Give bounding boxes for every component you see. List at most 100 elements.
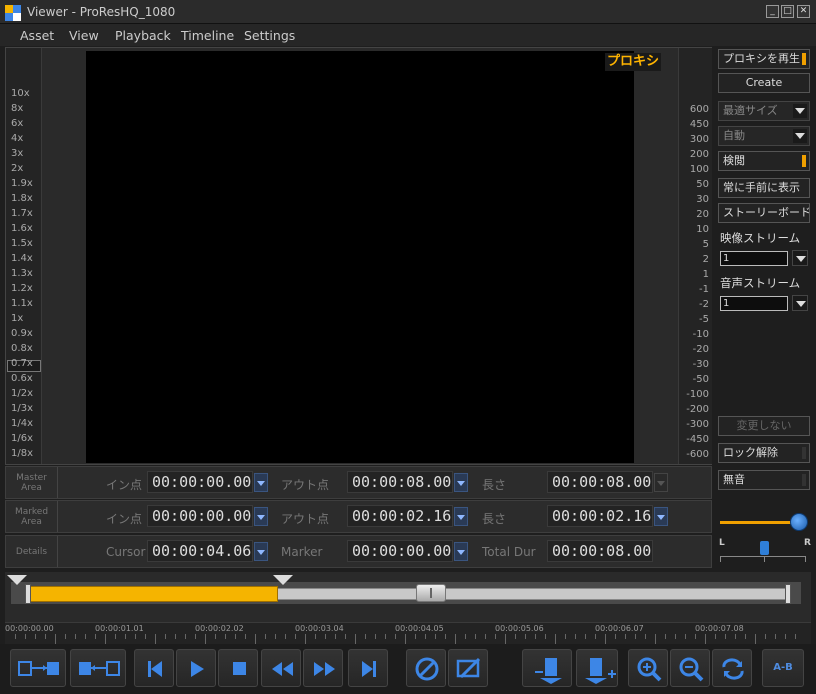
- video-stream-input[interactable]: 1: [720, 251, 788, 266]
- create-button[interactable]: Create: [718, 73, 810, 93]
- speed-label: 1/6x: [11, 433, 34, 444]
- loop-button[interactable]: [712, 649, 752, 687]
- ruler-tick: [745, 634, 746, 639]
- title-bar: Viewer - ProResHQ_1080 _ □ ✕: [0, 0, 816, 24]
- volume-slider-track[interactable]: [720, 521, 800, 524]
- ruler-tick: [345, 634, 346, 639]
- out-marker-icon[interactable]: [273, 575, 293, 585]
- out-point-spin-icon[interactable]: [454, 473, 468, 492]
- cursor-field[interactable]: 00:00:04.06: [147, 540, 253, 562]
- auto-select[interactable]: 自動: [718, 126, 810, 146]
- speed-label: 1.7x: [11, 208, 33, 219]
- out-point-label: アウト点: [281, 512, 330, 526]
- cursor-spin-icon[interactable]: [254, 542, 268, 561]
- size-select[interactable]: 最適サイズ: [718, 101, 810, 121]
- speed-label: 6x: [11, 118, 24, 129]
- go-to-start-button[interactable]: [134, 649, 174, 687]
- duration-spin-icon[interactable]: [654, 507, 668, 526]
- meter-label: -5: [699, 314, 709, 325]
- ruler-tick: [285, 634, 286, 639]
- ruler-tick: [125, 634, 126, 639]
- out-point-field[interactable]: 00:00:08.00: [347, 471, 453, 493]
- speed-label: 1.5x: [11, 238, 33, 249]
- ruler-tick: [475, 634, 476, 639]
- ruler-tick: [615, 634, 616, 639]
- maximize-button[interactable]: □: [781, 5, 794, 18]
- total-duration-field: 00:00:08.00: [547, 540, 653, 562]
- review-toggle[interactable]: 検閲: [718, 151, 810, 171]
- unlock-led-icon: [802, 447, 806, 459]
- pan-slider-knob[interactable]: [760, 541, 769, 555]
- ab-repeat-button[interactable]: A-B: [762, 649, 804, 687]
- ruler-tick: [145, 634, 146, 639]
- video-stream-dropdown-icon[interactable]: [792, 250, 808, 266]
- zoom-out-button[interactable]: [670, 649, 710, 687]
- menu-timeline[interactable]: Timeline: [181, 28, 234, 43]
- clear-marks-button[interactable]: [406, 649, 446, 687]
- timeline-start-cap[interactable]: [25, 584, 31, 604]
- duration-label: 長さ: [482, 512, 507, 526]
- speed-label: 0.8x: [11, 343, 33, 354]
- ruler-tick: [45, 634, 46, 639]
- video-display[interactable]: プロキシ: [86, 51, 661, 463]
- minimize-button[interactable]: _: [766, 5, 779, 18]
- menu-view[interactable]: View: [69, 28, 99, 43]
- insert-to-timeline-button[interactable]: [522, 649, 572, 687]
- zoom-in-button[interactable]: [628, 649, 668, 687]
- in-point-field[interactable]: 00:00:00.00: [147, 505, 253, 527]
- ruler-tick: [485, 634, 486, 639]
- meter-label: 2: [702, 254, 709, 265]
- close-button[interactable]: ✕: [797, 5, 810, 18]
- audio-stream-input[interactable]: 1: [720, 296, 788, 311]
- set-out-in-button[interactable]: [70, 649, 126, 687]
- go-to-end-button[interactable]: [348, 649, 388, 687]
- marked-range-bar[interactable]: [27, 586, 278, 602]
- ruler-tick: [465, 634, 466, 639]
- menu-playback[interactable]: Playback: [115, 28, 171, 43]
- audio-stream-dropdown-icon[interactable]: [792, 295, 808, 311]
- out-point-field[interactable]: 00:00:02.16: [347, 505, 453, 527]
- speed-label: 1/2x: [11, 388, 34, 399]
- video-stream-label: 映像ストリーム: [720, 231, 801, 245]
- play-button[interactable]: [176, 649, 216, 687]
- ruler-tick: [365, 634, 366, 639]
- speed-label: 8x: [11, 103, 24, 114]
- ruler-label: 00:00:04.05: [395, 624, 444, 633]
- marker-spin-icon[interactable]: [454, 542, 468, 561]
- in-point-field[interactable]: 00:00:00.00: [147, 471, 253, 493]
- add-to-timeline-button[interactable]: [576, 649, 618, 687]
- pan-slider-track[interactable]: [720, 556, 806, 557]
- rewind-button[interactable]: [261, 649, 301, 687]
- speed-label: 0.7x: [11, 358, 33, 369]
- always-on-top-button[interactable]: 常に手前に表示: [718, 178, 810, 198]
- proxy-play-button[interactable]: プロキシを再生: [718, 49, 810, 69]
- size-select-value: 最適サイズ: [723, 104, 778, 117]
- ruler-tick: [295, 634, 296, 639]
- in-point-spin-icon[interactable]: [254, 473, 268, 492]
- no-change-button[interactable]: 変更しない: [718, 416, 810, 436]
- timecode-ruler[interactable]: 00:00:00.00 00:00:01.01 00:00:02.02 00:00:0…: [5, 622, 811, 645]
- marker-field[interactable]: 00:00:00.00: [347, 540, 453, 562]
- unlock-button[interactable]: ロック解除: [718, 443, 810, 463]
- speed-label: 1.8x: [11, 193, 33, 204]
- speed-scale[interactable]: 10x 8x 6x 4x 3x 2x 1.9x 1.8x 1.7x 1.6x 1.5x 1.4x 1.3…: [6, 48, 42, 464]
- menu-settings[interactable]: Settings: [244, 28, 295, 43]
- duration-field[interactable]: 00:00:02.16: [547, 505, 653, 527]
- duration-field[interactable]: 00:00:08.00: [547, 471, 653, 493]
- stop-button[interactable]: [218, 649, 258, 687]
- ruler-tick: [495, 634, 496, 639]
- speed-label: 2x: [11, 163, 24, 174]
- meter-label: 100: [689, 164, 709, 175]
- set-in-out-button[interactable]: [10, 649, 66, 687]
- clear-in-out-button[interactable]: [448, 649, 488, 687]
- in-point-spin-icon[interactable]: [254, 507, 268, 526]
- in-marker-icon[interactable]: [7, 575, 27, 585]
- volume-slider-knob[interactable]: [790, 513, 808, 531]
- playhead-handle[interactable]: [416, 584, 446, 602]
- menu-asset[interactable]: Asset: [20, 28, 54, 43]
- timeline-end-cap[interactable]: [785, 584, 791, 604]
- mute-button[interactable]: 無音: [718, 470, 810, 490]
- storyboard-add-button[interactable]: ストーリーボード追: [718, 203, 810, 223]
- fast-forward-button[interactable]: [303, 649, 343, 687]
- out-point-spin-icon[interactable]: [454, 507, 468, 526]
